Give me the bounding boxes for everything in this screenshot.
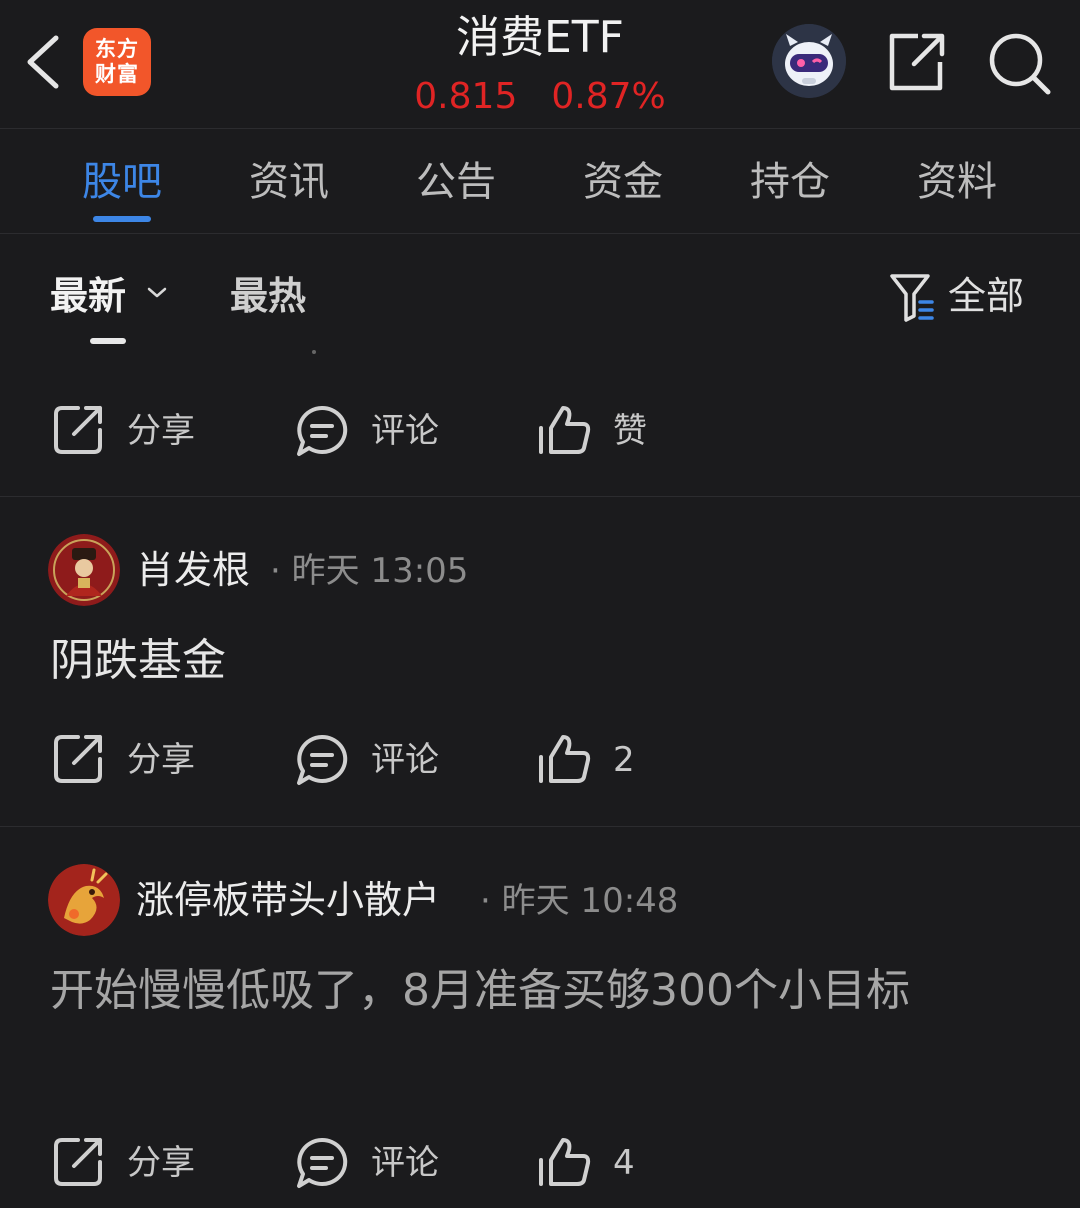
sort-hot[interactable]: 最热 <box>230 268 306 324</box>
like-count: 2 <box>613 740 635 780</box>
post-time-value: 昨天 13:05 <box>291 551 469 591</box>
avatar[interactable] <box>48 864 120 936</box>
tab-capital[interactable]: 资金 <box>558 153 688 211</box>
sort-latest[interactable]: 最新 <box>50 268 126 324</box>
search-icon <box>989 33 1051 95</box>
username[interactable]: 肖发根 <box>136 542 250 598</box>
section-tabs: 股吧 资讯 公告 资金 持仓 资料 <box>0 129 1080 234</box>
share-button[interactable]: 分享 <box>52 715 222 805</box>
comment-button[interactable]: 评论 <box>295 1118 465 1208</box>
post-content[interactable]: 开始慢慢低吸了，8月准备买够300个小目标 <box>50 954 1030 1028</box>
brand-logo-line-2: 财富 <box>95 62 139 86</box>
share-label: 分享 <box>127 1143 195 1183</box>
comment-label: 评论 <box>371 411 439 451</box>
tab-holdings[interactable]: 持仓 <box>725 153 855 211</box>
share-label: 分享 <box>127 740 195 780</box>
change-percent: 0.87% <box>551 76 666 117</box>
post-header: 涨停板带头小散户 · 昨天 10:48 <box>0 864 1080 944</box>
share-icon <box>54 406 102 454</box>
search-button[interactable] <box>986 30 1054 98</box>
like-button[interactable]: 赞 <box>537 386 677 476</box>
comment-label: 评论 <box>371 740 439 780</box>
page-title: 消费ETF <box>456 12 624 63</box>
post-time-value: 昨天 10:48 <box>501 881 679 921</box>
tab-guba[interactable]: 股吧 <box>57 153 187 211</box>
tab-announcements[interactable]: 公告 <box>391 153 521 211</box>
avatar[interactable] <box>48 534 120 606</box>
like-button[interactable]: 4 <box>537 1118 677 1208</box>
share-button[interactable]: 分享 <box>52 1118 222 1208</box>
brand-logo: 东方 财富 <box>83 28 151 96</box>
scroll-artifact <box>312 350 316 354</box>
comment-icon <box>297 405 348 456</box>
active-tab-indicator <box>93 216 151 222</box>
thumbs-up-icon <box>539 735 591 783</box>
filter-label: 全部 <box>948 274 1025 318</box>
chevron-down-icon[interactable] <box>146 286 168 300</box>
share-external-icon <box>889 33 945 91</box>
comment-icon <box>297 734 348 785</box>
filter-button[interactable]: 全部 <box>888 266 1038 326</box>
post-time: · 昨天 10:48 <box>480 881 679 921</box>
quote-row: 0.815 0.87% <box>340 76 740 118</box>
tab-news[interactable]: 资讯 <box>224 153 354 211</box>
title-block: 消费ETF 0.815 0.87% <box>340 8 740 118</box>
filter-icon <box>890 274 934 322</box>
comment-label: 评论 <box>371 1143 439 1183</box>
like-count: 4 <box>613 1143 635 1183</box>
top-bar: 东方 财富 消费ETF 0.815 0.87% <box>0 0 1080 129</box>
comment-button[interactable]: 评论 <box>295 386 465 476</box>
user-avatar-image <box>48 534 120 606</box>
share-page-button[interactable] <box>884 30 948 94</box>
post-actions: 分享 评论 赞 <box>0 386 1080 476</box>
brand-logo-line-1: 东方 <box>95 37 139 61</box>
price-value: 0.815 <box>414 76 518 117</box>
post-divider <box>0 826 1080 827</box>
post-divider <box>0 496 1080 497</box>
post-time: · 昨天 13:05 <box>270 551 469 591</box>
robot-avatar-icon <box>772 24 846 98</box>
share-label: 分享 <box>127 411 195 451</box>
thumbs-up-icon <box>539 406 591 454</box>
back-button[interactable] <box>20 30 68 94</box>
user-avatar-image <box>48 864 120 936</box>
like-button[interactable]: 2 <box>537 715 677 805</box>
ai-assistant-button[interactable] <box>772 24 846 98</box>
post-actions: 分享 评论 2 <box>0 715 1080 805</box>
post-content[interactable]: 阴跌基金 <box>50 624 1030 698</box>
share-icon <box>54 735 102 783</box>
like-count: 赞 <box>613 411 647 451</box>
comment-icon <box>297 1137 348 1188</box>
comment-button[interactable]: 评论 <box>295 715 465 805</box>
post-header: 肖发根 · 昨天 13:05 <box>0 534 1080 614</box>
username[interactable]: 涨停板带头小散户 <box>136 872 440 928</box>
back-arrow-icon <box>27 35 59 89</box>
post-actions: 分享 评论 4 <box>0 1118 1080 1208</box>
share-button[interactable]: 分享 <box>52 386 222 476</box>
share-icon <box>54 1138 102 1186</box>
thumbs-up-icon <box>539 1138 591 1186</box>
tab-profile[interactable]: 资料 <box>892 153 1022 211</box>
sort-active-indicator <box>90 338 126 344</box>
